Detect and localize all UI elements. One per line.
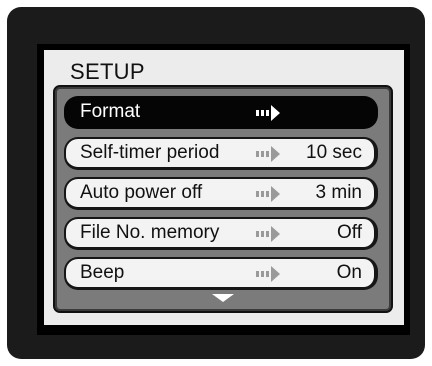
menu-item-beep[interactable]: Beep On [64,257,378,290]
menu-item-auto-power-off[interactable]: Auto power off 3 min [64,177,378,210]
arrow-right-icon [256,146,280,162]
arrow-right-icon [256,226,280,242]
menu-item-file-no-memory[interactable]: File No. memory Off [64,217,378,250]
down-triangle-icon[interactable] [212,294,234,302]
setup-menu-list: Format Self-timer period 10 sec Auto pow… [53,85,393,313]
menu-item-label: Beep [80,262,125,283]
setup-menu-panel: SETUP Format Self-timer period 10 sec Au… [44,50,404,325]
menu-item-value: 10 sec [306,142,362,163]
menu-item-format[interactable]: Format [64,96,378,129]
arrow-right-icon [256,105,280,121]
menu-item-self-timer-period[interactable]: Self-timer period 10 sec [64,137,378,170]
arrow-right-icon [256,186,280,202]
menu-item-label: Auto power off [80,182,203,203]
arrow-right-icon [256,266,280,282]
menu-item-label: Self-timer period [80,142,220,163]
menu-item-label: File No. memory [80,222,220,243]
lcd-screen: SETUP Format Self-timer period 10 sec Au… [37,44,410,335]
menu-item-label: Format [80,101,141,122]
page-title: SETUP [70,59,145,84]
camera-lcd-bezel: SETUP Format Self-timer period 10 sec Au… [7,7,425,359]
menu-item-value: 3 min [315,182,362,203]
menu-item-value: Off [337,222,362,243]
menu-item-value: On [336,262,362,283]
